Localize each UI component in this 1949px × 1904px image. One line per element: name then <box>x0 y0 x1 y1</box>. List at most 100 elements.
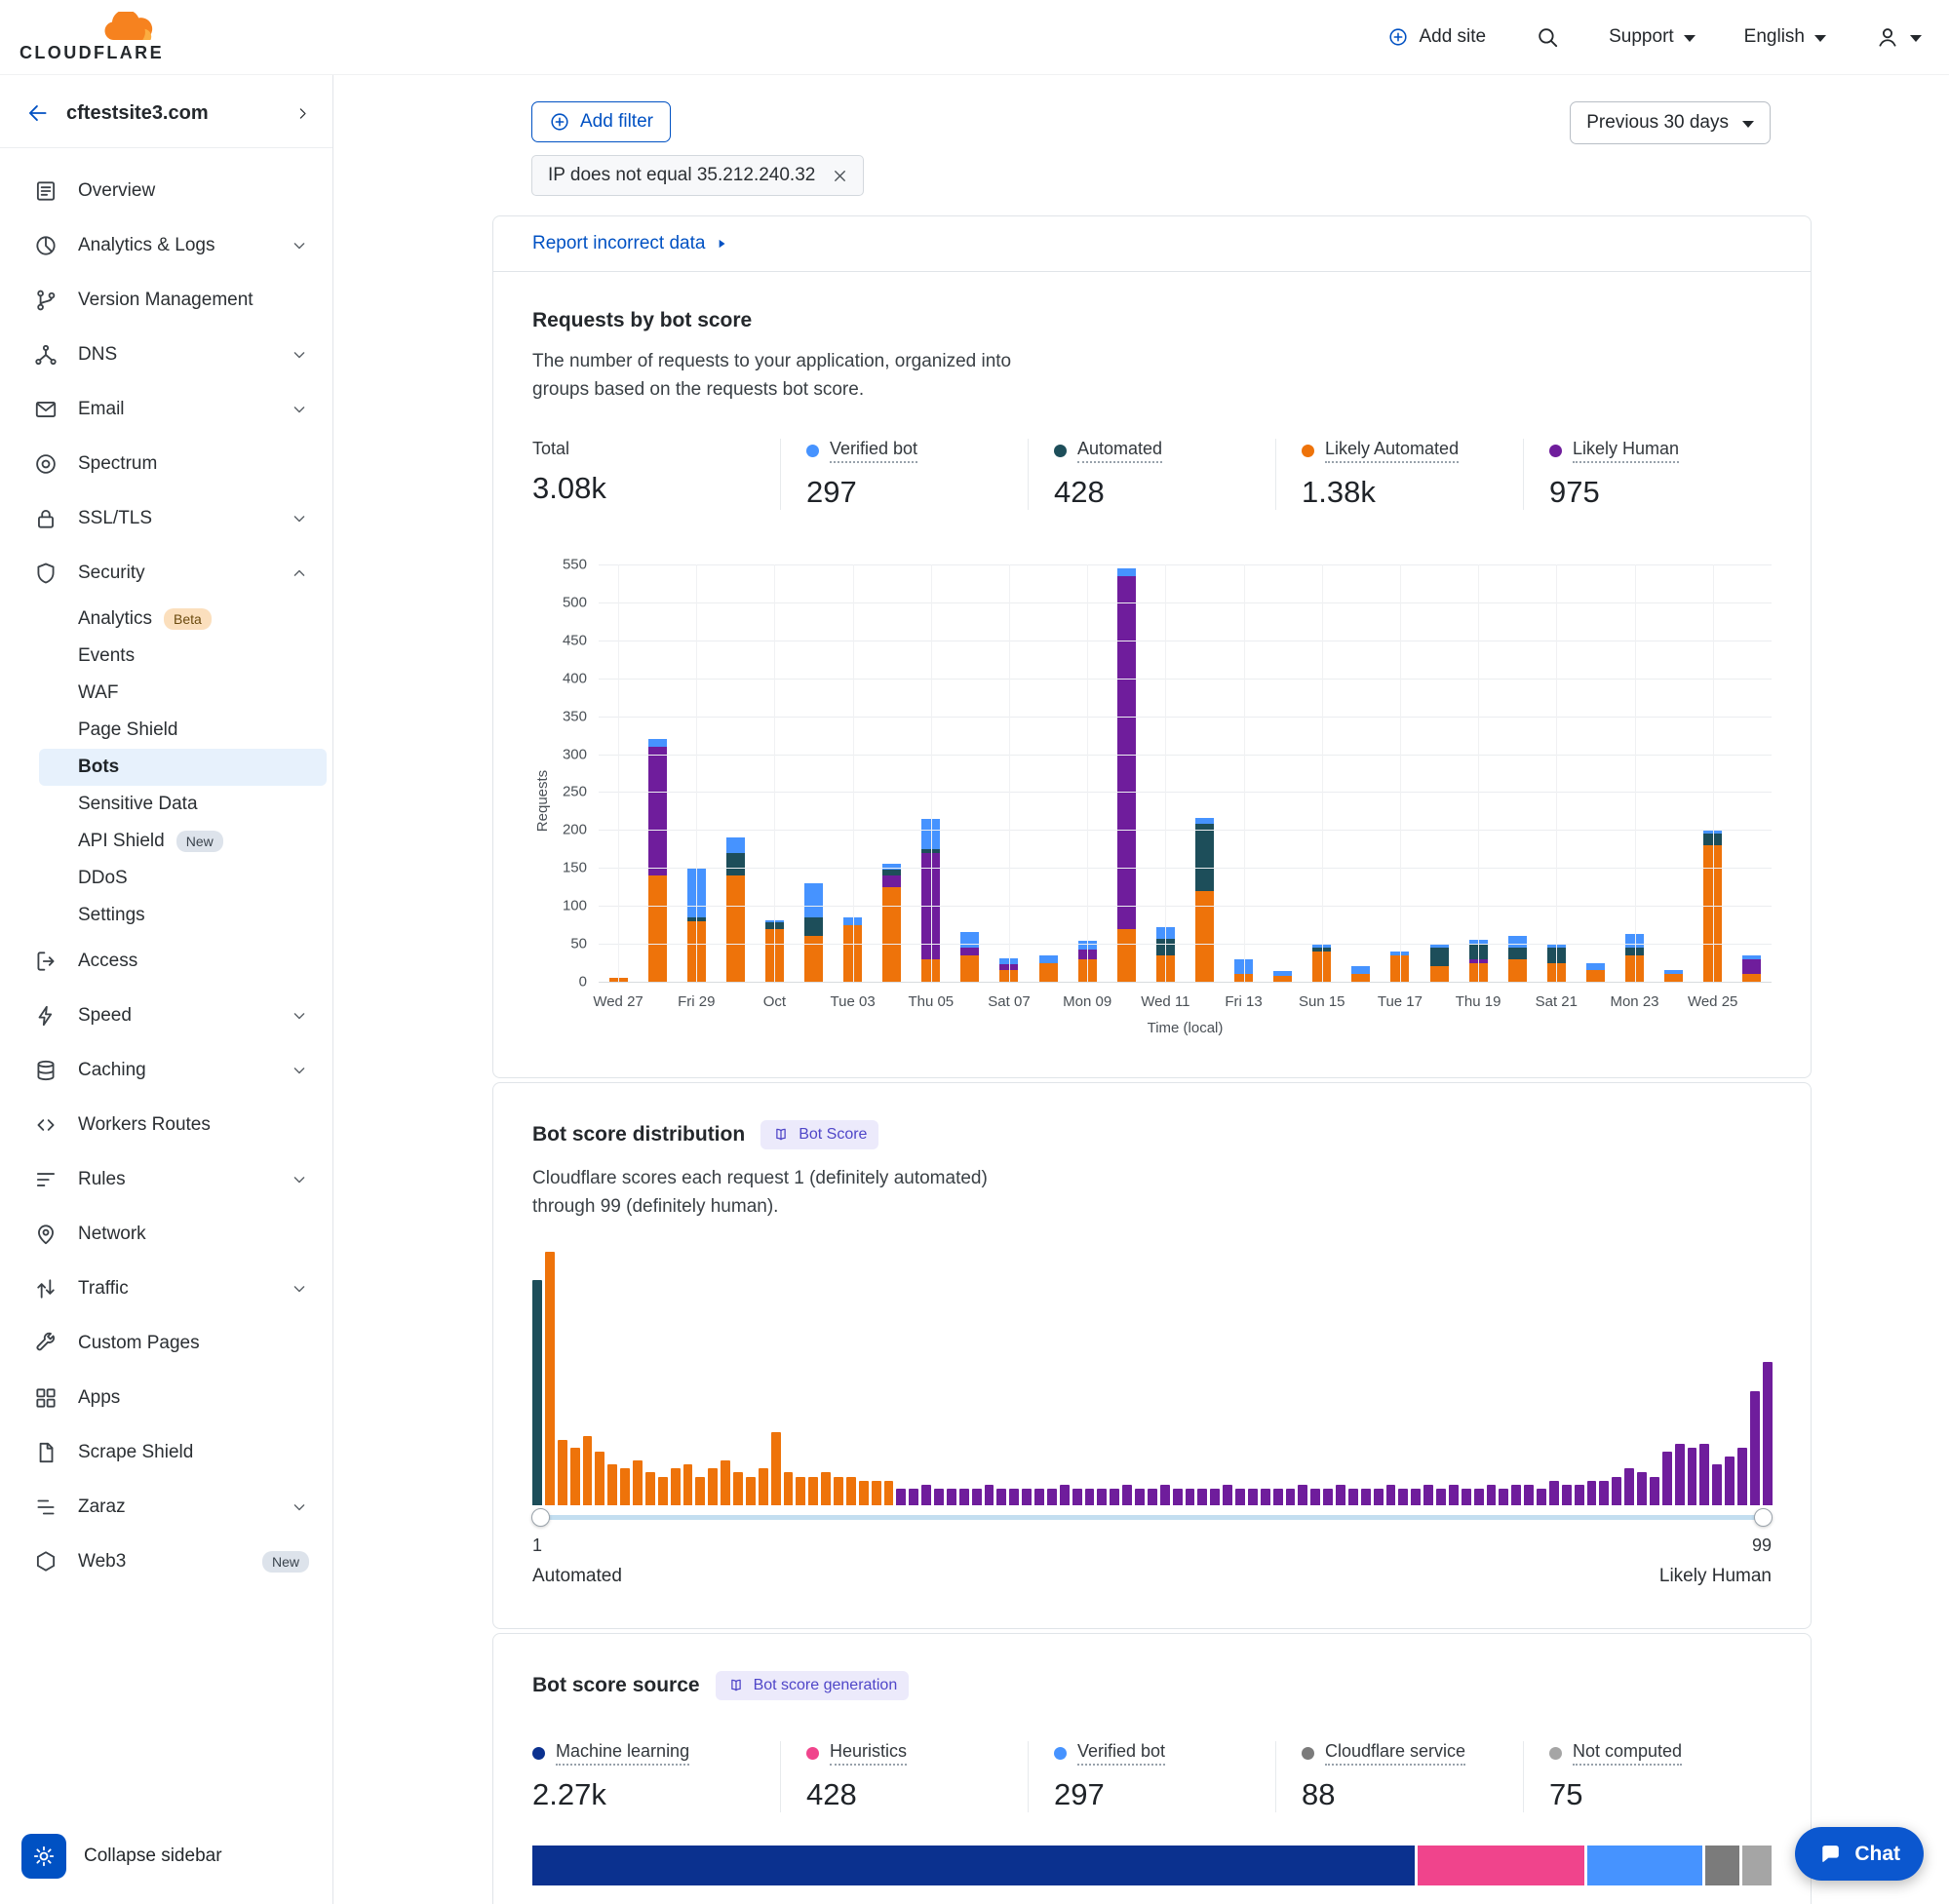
site-name: cftestsite3.com <box>66 102 279 125</box>
sidebar-item-rules[interactable]: Rules <box>0 1152 332 1207</box>
dns-icon <box>33 342 58 368</box>
hist-bar-70 <box>1398 1489 1408 1505</box>
sidebar-item-workers-routes[interactable]: Workers Routes <box>0 1098 332 1152</box>
stat-value: 297 <box>806 475 1028 510</box>
sidebar-item-security-ddos[interactable]: DDoS <box>39 860 327 897</box>
slider-handle-max[interactable] <box>1754 1508 1773 1527</box>
bot-score-generation-badge[interactable]: Bot score generation <box>716 1671 910 1700</box>
sidebar-item-security-events[interactable]: Events <box>39 638 327 675</box>
sidebar-item-security-api-shield[interactable]: API ShieldNew <box>39 823 327 860</box>
sidebar-item-spectrum[interactable]: Spectrum <box>0 437 332 491</box>
chart-plot-area <box>599 564 1772 982</box>
chevron-down-icon <box>290 1497 309 1517</box>
y-axis-title: Requests <box>532 564 554 1036</box>
search-button[interactable] <box>1535 24 1560 50</box>
legend-dot <box>1054 445 1067 457</box>
bot-score-badge[interactable]: Bot Score <box>760 1120 878 1149</box>
sidebar-item-security-waf[interactable]: WAF <box>39 675 327 712</box>
sidebar-item-access[interactable]: Access <box>0 934 332 989</box>
sidebar-item-analytics-logs[interactable]: Analytics & Logs <box>0 218 332 273</box>
hist-bar-67 <box>1361 1489 1371 1505</box>
bar-thu-28 <box>648 739 667 982</box>
back-arrow-icon[interactable] <box>25 100 51 126</box>
bar-sun-22 <box>1586 963 1605 982</box>
stat-total: Total3.08k <box>532 439 780 510</box>
preferences-button[interactable] <box>21 1834 66 1879</box>
plus-circle-icon <box>1387 26 1409 48</box>
hist-bar-97 <box>1737 1448 1747 1505</box>
hist-bar-3 <box>558 1440 567 1505</box>
sidebar-item-speed[interactable]: Speed <box>0 989 332 1043</box>
chevron-right-icon[interactable] <box>294 105 311 122</box>
cloudflare-logo[interactable]: CLOUDFLARE <box>19 12 164 63</box>
analytics-icon <box>33 233 58 258</box>
sidebar-item-security-bots[interactable]: Bots <box>39 749 327 786</box>
chat-icon <box>1818 1842 1843 1866</box>
stat-value: 75 <box>1549 1777 1771 1812</box>
filter-chip[interactable]: IP does not equal 35.212.240.32 <box>531 155 864 196</box>
distribution-panel: Bot score distribution Bot Score Cloudfl… <box>492 1082 1812 1629</box>
sidebar-item-security-sensitive-data[interactable]: Sensitive Data <box>39 786 327 823</box>
sidebar-item-caching[interactable]: Caching <box>0 1043 332 1098</box>
hist-bar-4 <box>570 1448 580 1505</box>
sidebar-item-traffic[interactable]: Traffic <box>0 1262 332 1316</box>
speed-icon <box>33 1003 58 1029</box>
bar-tue-10 <box>1117 568 1136 982</box>
hist-bar-37 <box>985 1485 994 1505</box>
collapse-sidebar-button[interactable]: Collapse sidebar <box>84 1846 222 1867</box>
sidebar-item-network[interactable]: Network <box>0 1207 332 1262</box>
stat-likely-human: Likely Human975 <box>1523 439 1771 510</box>
sidebar-item-security-settings[interactable]: Settings <box>39 897 327 934</box>
sidebar-item-ssl-tls[interactable]: SSL/TLS <box>0 491 332 546</box>
add-site-button[interactable]: Add site <box>1387 26 1486 48</box>
hist-bar-94 <box>1699 1444 1709 1505</box>
stat-value: 3.08k <box>532 471 780 506</box>
hist-bar-40 <box>1022 1489 1032 1505</box>
hist-bar-86 <box>1599 1481 1609 1505</box>
hist-bar-18 <box>746 1477 756 1505</box>
stat-cloudflare-service: Cloudflare service88 <box>1275 1741 1523 1812</box>
hist-bar-53 <box>1186 1489 1195 1505</box>
add-filter-button[interactable]: Add filter <box>531 101 671 142</box>
bar-wed-04 <box>882 864 901 982</box>
filter-bar: Add filter IP does not equal 35.212.240.… <box>531 101 1771 196</box>
language-menu[interactable]: English <box>1744 26 1826 48</box>
account-menu[interactable] <box>1875 24 1922 50</box>
support-menu[interactable]: Support <box>1609 26 1696 48</box>
slider-handle-min[interactable] <box>531 1508 550 1527</box>
sidebar-item-security-analytics[interactable]: AnalyticsBeta <box>39 601 327 638</box>
distribution-card-title: Bot score distribution <box>532 1123 745 1146</box>
sidebar-item-version-management[interactable]: Version Management <box>0 273 332 328</box>
sidebar-item-scrape-shield[interactable]: Scrape Shield <box>0 1425 332 1480</box>
hist-bar-11 <box>658 1477 668 1505</box>
book-icon <box>772 1126 790 1144</box>
custom-pages-icon <box>33 1331 58 1356</box>
spectrum-icon <box>33 451 58 477</box>
sidebar-item-dns[interactable]: DNS <box>0 328 332 382</box>
sidebar-item-security-page-shield[interactable]: Page Shield <box>39 712 327 749</box>
slider-min-value: 1 <box>532 1535 542 1556</box>
sidebar-item-overview[interactable]: Overview <box>0 164 332 218</box>
triangle-right-icon <box>715 237 728 251</box>
sidebar-item-security[interactable]: Security <box>0 546 332 601</box>
chat-button[interactable]: Chat <box>1795 1827 1924 1881</box>
report-incorrect-data-link[interactable]: Report incorrect data <box>532 233 728 254</box>
chevron-down-icon <box>290 1279 309 1299</box>
sidebar-item-email[interactable]: Email <box>0 382 332 437</box>
hist-bar-89 <box>1637 1472 1647 1505</box>
ssl-icon <box>33 506 58 531</box>
close-icon[interactable] <box>831 167 849 185</box>
hist-bar-83 <box>1562 1485 1572 1505</box>
hist-bar-46 <box>1097 1489 1107 1505</box>
sidebar-item-apps[interactable]: Apps <box>0 1371 332 1425</box>
chevron-down-icon <box>1684 35 1696 42</box>
requests-stats-row: Total3.08kVerified bot297Automated428Lik… <box>532 439 1772 510</box>
hist-bar-27 <box>859 1481 869 1505</box>
new-badge: New <box>262 1551 309 1573</box>
sidebar-item-custom-pages[interactable]: Custom Pages <box>0 1316 332 1371</box>
person-icon <box>1875 24 1900 50</box>
date-range-selector[interactable]: Previous 30 days <box>1570 101 1771 144</box>
sidebar-item-zaraz[interactable]: Zaraz <box>0 1480 332 1535</box>
chevron-down-icon <box>290 236 309 255</box>
sidebar-item-web3[interactable]: Web3New <box>0 1535 332 1589</box>
